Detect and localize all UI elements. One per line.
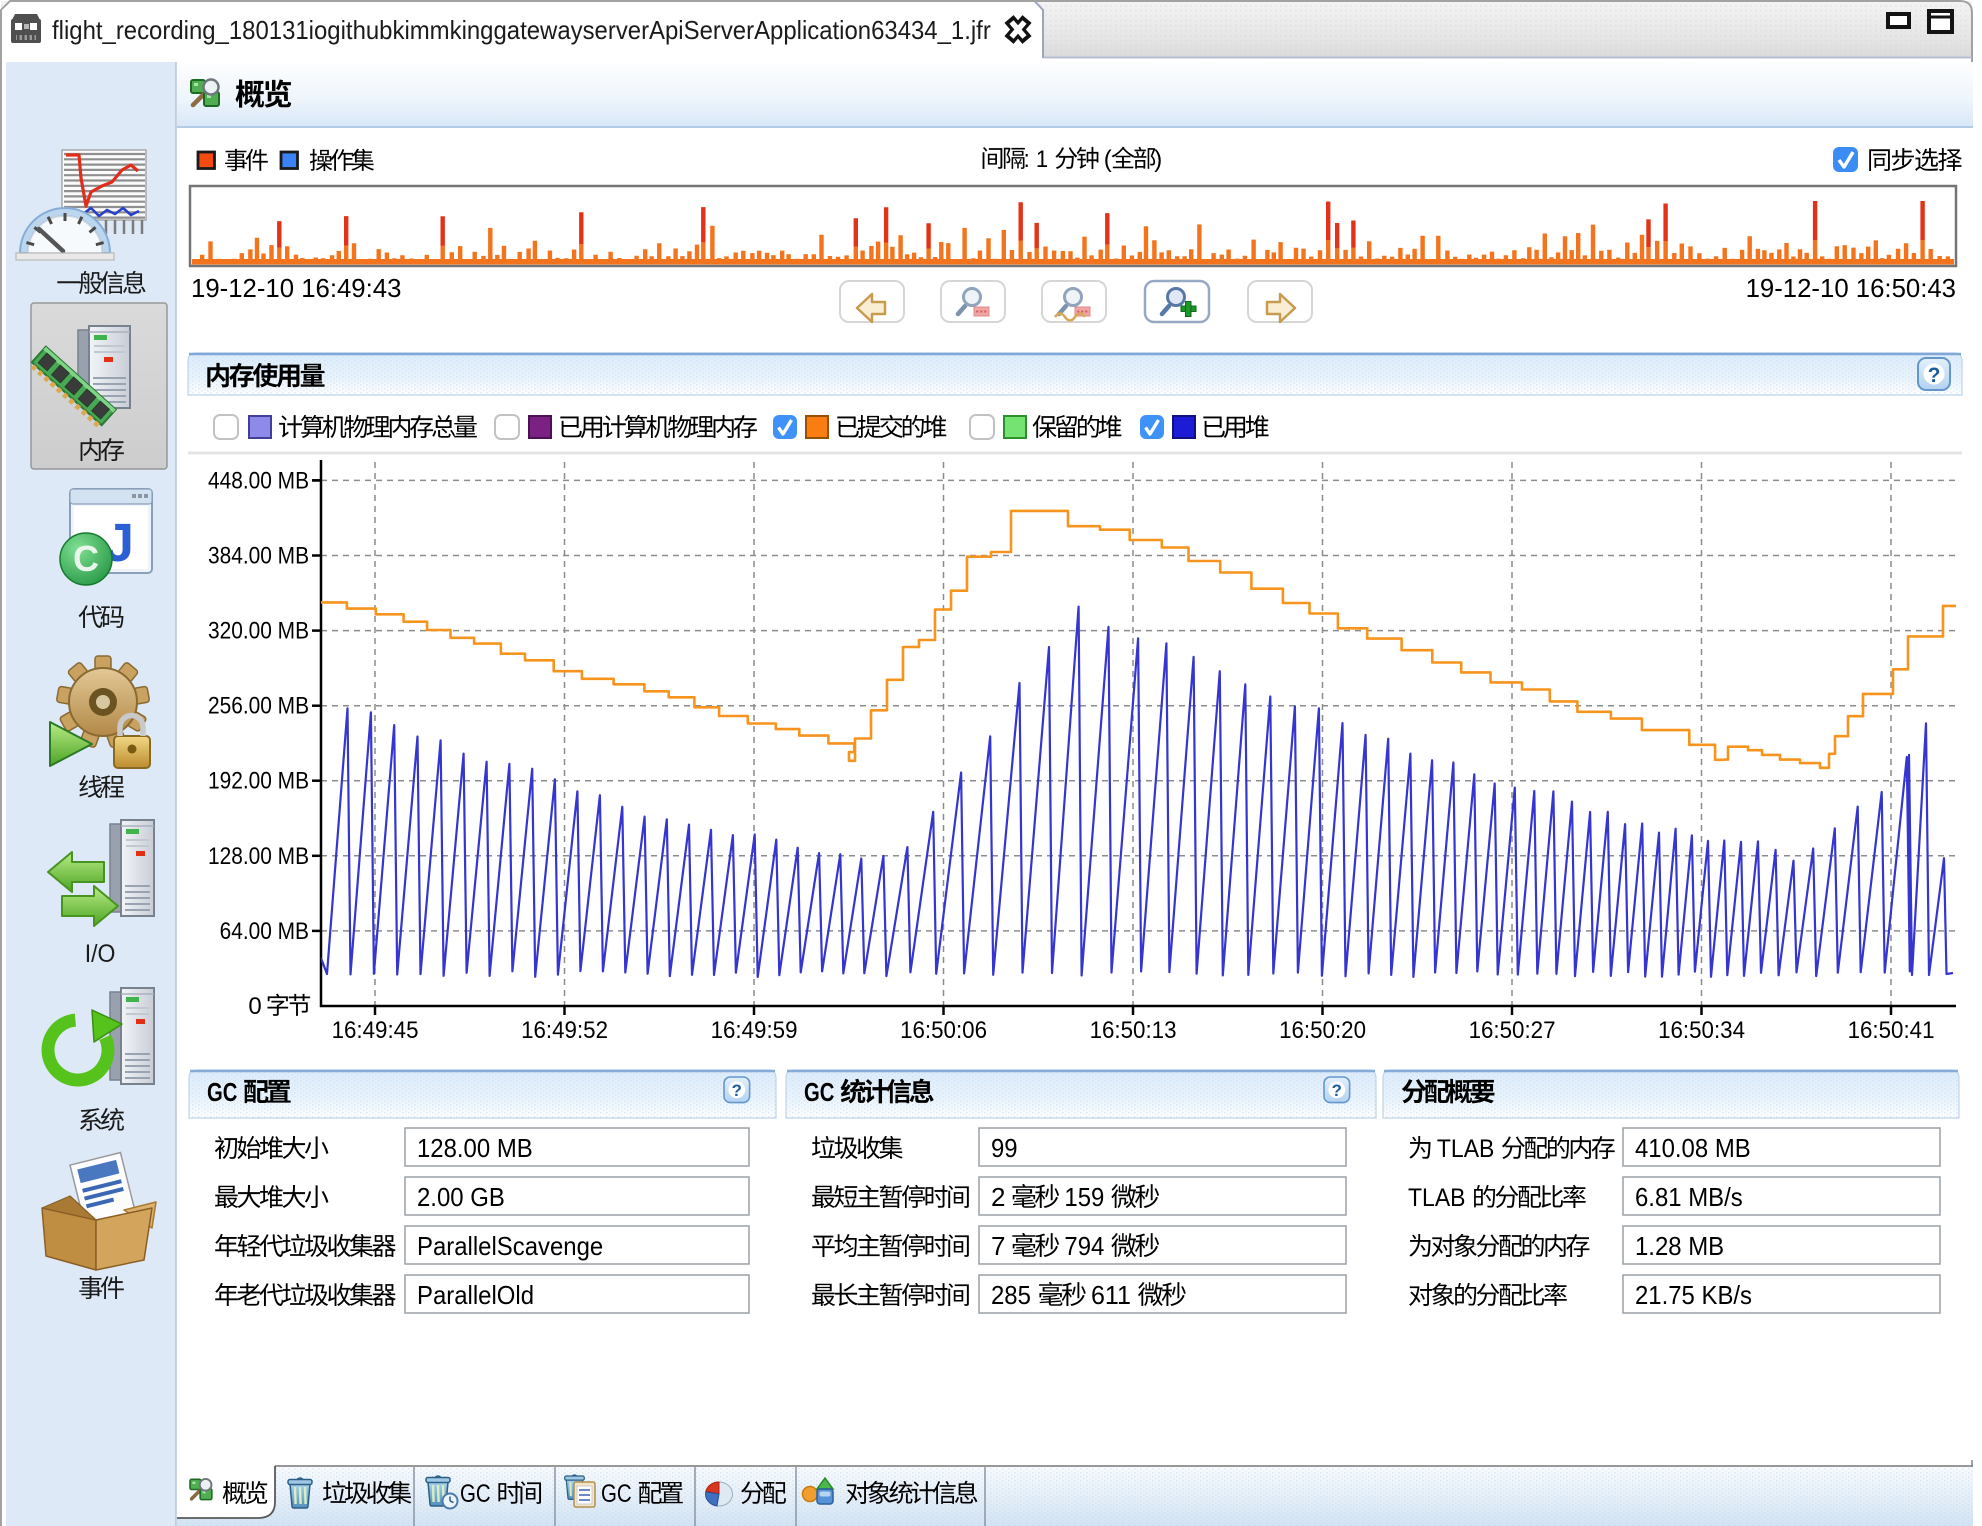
svg-text:285: 285	[991, 1280, 1031, 1310]
svg-text:C: C	[73, 538, 99, 579]
svg-text:TLAB: TLAB	[1437, 1135, 1495, 1163]
svg-text:16:49:59: 16:49:59	[711, 1017, 798, 1044]
svg-text:(: (	[1104, 146, 1112, 173]
svg-text:?: ?	[732, 1081, 742, 1100]
svg-text:159: 159	[1064, 1182, 1104, 1212]
svg-text:16:50:34: 16:50:34	[1658, 1017, 1745, 1044]
svg-text:794: 794	[1064, 1231, 1104, 1261]
svg-text:?: ?	[1332, 1081, 1342, 1100]
svg-text:I/O: I/O	[85, 940, 116, 968]
svg-text:16:49:52: 16:49:52	[521, 1017, 608, 1044]
svg-text:): )	[1154, 146, 1162, 173]
svg-text:611: 611	[1091, 1280, 1131, 1310]
svg-text:16:50:27: 16:50:27	[1469, 1017, 1556, 1044]
svg-text:16:50:41: 16:50:41	[1848, 1017, 1935, 1044]
svg-text:2: 2	[991, 1182, 1005, 1212]
svg-text:2.00 GB: 2.00 GB	[417, 1182, 505, 1212]
svg-text:16:50:13: 16:50:13	[1090, 1017, 1177, 1044]
svg-text:: 1: : 1	[1024, 146, 1049, 173]
svg-text:0: 0	[248, 993, 261, 1020]
svg-text:GC: GC	[460, 1480, 491, 1508]
svg-text:256.00 MB: 256.00 MB	[208, 693, 309, 720]
svg-text:320.00 MB: 320.00 MB	[208, 618, 309, 645]
svg-text:6.81 MB/s: 6.81 MB/s	[1635, 1182, 1743, 1212]
svg-text:448.00 MB: 448.00 MB	[208, 467, 309, 494]
svg-text:99: 99	[991, 1133, 1018, 1163]
svg-text:410.08 MB: 410.08 MB	[1635, 1133, 1751, 1163]
svg-text:ParallelScavenge: ParallelScavenge	[417, 1231, 603, 1261]
svg-text:GC: GC	[207, 1077, 238, 1107]
svg-text:384.00 MB: 384.00 MB	[208, 543, 309, 570]
svg-text:flight_recording_180131iogithu: flight_recording_180131iogithubkimmkingg…	[52, 15, 991, 45]
svg-text:16:50:06: 16:50:06	[900, 1017, 987, 1044]
svg-text:?: ?	[1928, 364, 1941, 387]
svg-text:19-12-10 16:50:43: 19-12-10 16:50:43	[1746, 273, 1956, 303]
svg-text:128.00 MB: 128.00 MB	[417, 1133, 533, 1163]
svg-text:192.00 MB: 192.00 MB	[208, 768, 309, 795]
svg-text:ParallelOld: ParallelOld	[417, 1280, 534, 1310]
svg-text:128.00 MB: 128.00 MB	[208, 843, 309, 870]
svg-text:64.00 MB: 64.00 MB	[220, 918, 309, 945]
svg-text:19-12-10 16:49:43: 19-12-10 16:49:43	[191, 273, 401, 303]
svg-text:1.28 MB: 1.28 MB	[1635, 1231, 1724, 1261]
svg-text:7: 7	[991, 1231, 1005, 1261]
svg-text:16:49:45: 16:49:45	[332, 1017, 419, 1044]
svg-text:16:50:20: 16:50:20	[1279, 1017, 1366, 1044]
svg-text:GC: GC	[601, 1480, 632, 1508]
svg-text:GC: GC	[804, 1077, 835, 1107]
svg-text:21.75 KB/s: 21.75 KB/s	[1635, 1280, 1752, 1310]
svg-text:TLAB: TLAB	[1408, 1184, 1466, 1212]
